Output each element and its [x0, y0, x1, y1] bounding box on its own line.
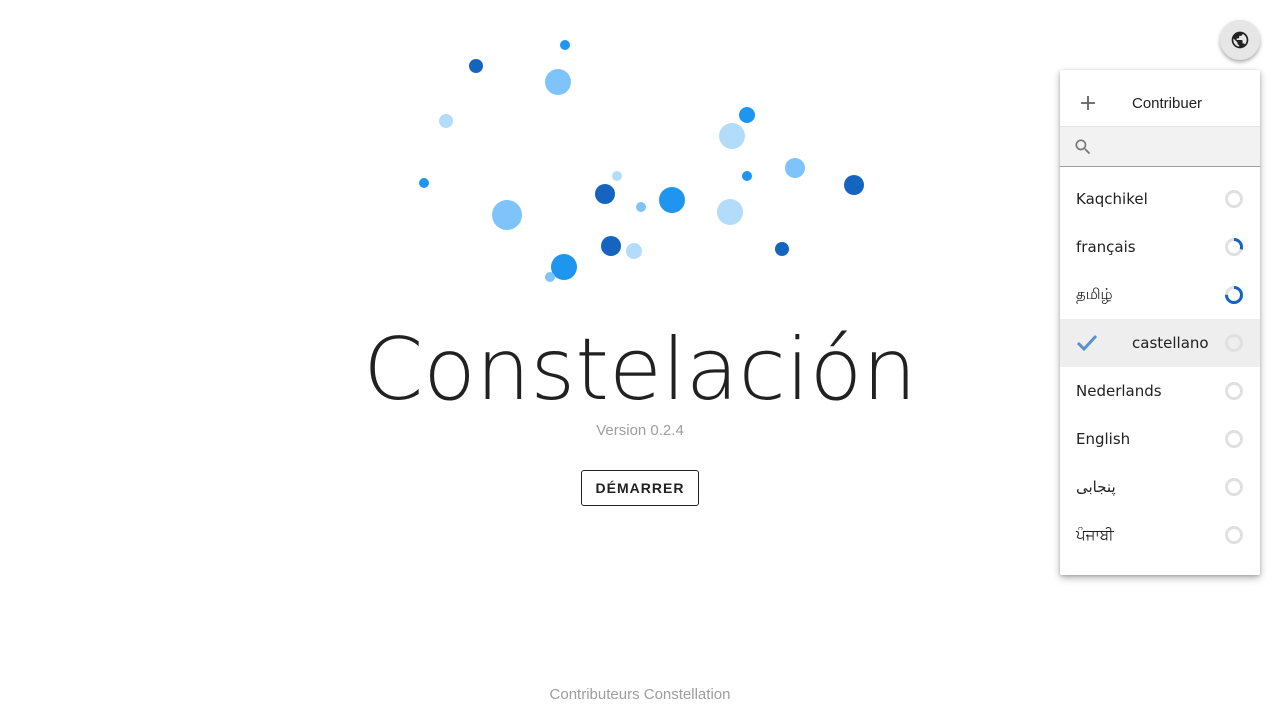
star-dot — [595, 184, 615, 204]
language-name: Nederlands — [1076, 382, 1162, 400]
progress-ring-icon — [1225, 430, 1243, 448]
language-item[interactable]: پنجابی — [1060, 463, 1260, 511]
language-search — [1060, 126, 1260, 167]
language-item[interactable]: Nederlands — [1060, 367, 1260, 415]
star-dot — [626, 243, 642, 259]
check-icon — [1076, 334, 1098, 352]
language-item[interactable]: castellano — [1060, 319, 1260, 367]
star-dot — [612, 171, 622, 181]
star-dot — [469, 59, 483, 73]
language-name: English — [1076, 430, 1131, 448]
language-item[interactable]: Kaqchikel — [1060, 175, 1260, 223]
progress-ring-icon — [1225, 478, 1243, 496]
star-dot — [742, 171, 752, 181]
star-dot — [717, 199, 743, 225]
search-input[interactable] — [1100, 133, 1250, 161]
star-dot — [775, 242, 789, 256]
search-icon — [1075, 139, 1091, 155]
progress-ring-icon — [1225, 190, 1243, 208]
star-dot — [785, 158, 805, 178]
globe-icon — [1231, 31, 1249, 49]
language-list: Kaqchikel français தமிழ் castellano Nederlan… — [1060, 175, 1260, 559]
language-name: தமிழ் — [1076, 285, 1113, 303]
star-dot — [439, 114, 453, 128]
language-item[interactable]: English — [1060, 415, 1260, 463]
star-dot — [560, 40, 570, 50]
plus-icon — [1081, 96, 1095, 110]
language-name: français — [1076, 238, 1136, 256]
star-dot — [844, 175, 864, 195]
language-item[interactable]: français — [1060, 223, 1260, 271]
star-dot — [659, 187, 685, 213]
language-item[interactable]: தமிழ் — [1060, 271, 1260, 319]
language-name: پنجابی — [1076, 478, 1116, 496]
app-root: Constelación Version 0.2.4 DÉMARRER Cont… — [0, 0, 1280, 720]
contribute-label: Contribuer — [1132, 94, 1203, 112]
language-button[interactable] — [1220, 20, 1260, 60]
language-item[interactable]: ਪੰਜਾਬੀ — [1060, 511, 1260, 559]
star-dot — [636, 202, 646, 212]
progress-ring-icon — [1225, 334, 1243, 352]
progress-ring-icon — [1225, 526, 1243, 544]
language-menu: Contribuer Kaqchikel français தமிழ் castell… — [1060, 70, 1260, 575]
contribute-menu-item[interactable]: Contribuer — [1060, 80, 1260, 126]
language-name: castellano — [1132, 334, 1209, 352]
footer-contributors[interactable]: Contributeurs Constellation — [0, 686, 1280, 703]
star-dot — [719, 123, 745, 149]
progress-ring-icon — [1225, 238, 1243, 256]
start-button[interactable]: DÉMARRER — [581, 470, 699, 506]
language-name: Kaqchikel — [1076, 190, 1148, 208]
star-dot — [419, 178, 429, 188]
star-dot — [739, 107, 755, 123]
star-dot — [601, 236, 621, 256]
language-name: ਪੰਜਾਬੀ — [1076, 526, 1114, 544]
star-dot — [545, 69, 571, 95]
star-dot — [545, 272, 555, 282]
progress-ring-icon — [1225, 382, 1243, 400]
star-dot — [492, 200, 522, 230]
progress-ring-icon — [1225, 286, 1243, 304]
